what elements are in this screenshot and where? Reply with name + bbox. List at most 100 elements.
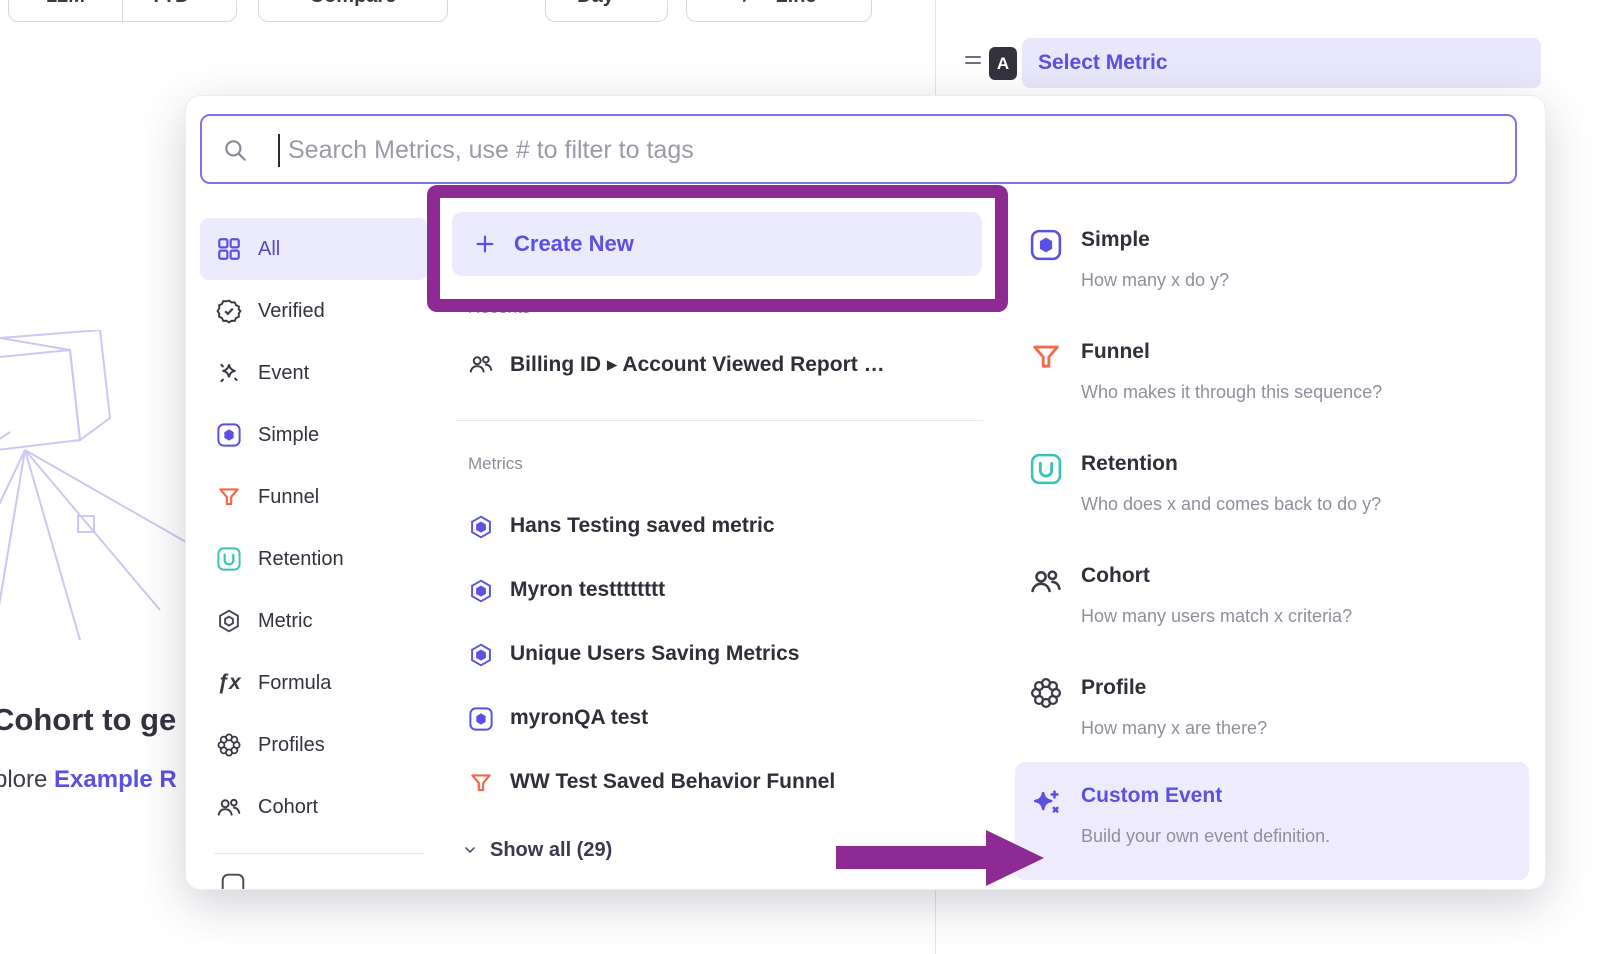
sidebar-item-verified[interactable]: Verified <box>200 280 428 342</box>
show-all-label: Show all (29) <box>490 839 612 862</box>
metric-type-subtitle: Who makes it through this sequence? <box>1081 382 1382 403</box>
sidebar-item-all[interactable]: All <box>200 218 428 280</box>
sidebar-item-funnel[interactable]: Funnel <box>200 466 428 528</box>
sidebar-item-label: Funnel <box>258 486 319 509</box>
saved-metric-icon <box>468 513 494 539</box>
plus-icon <box>474 233 496 255</box>
list-item-label: myronQA test <box>510 706 648 730</box>
list-item-label: Myron testttttttt <box>510 578 665 602</box>
metric-type-title: Cohort <box>1081 564 1150 588</box>
custom-event-icon <box>1029 786 1063 825</box>
list-item[interactable]: Myron testttttttt <box>456 558 986 622</box>
sidebar-item-label: Verified <box>258 300 325 323</box>
create-new-label: Create New <box>514 231 634 257</box>
metric-type-subtitle: How many x are there? <box>1081 718 1267 739</box>
metric-search <box>200 114 1517 184</box>
list-item[interactable]: Hans Testing saved metric <box>456 494 986 558</box>
metric-hexagon-icon <box>216 608 242 634</box>
cohort-people-icon <box>468 351 494 377</box>
cohort-people-icon <box>216 794 242 820</box>
metric-type-title: Funnel <box>1081 340 1150 364</box>
chevron-down-icon <box>462 842 478 858</box>
search-input[interactable] <box>286 116 1490 184</box>
metric-type-custom-event[interactable]: Custom Event Build your own event defini… <box>1015 762 1529 880</box>
sidebar-item-formula[interactable]: ƒx Formula <box>200 652 428 714</box>
sidebar-item-retention[interactable]: Retention <box>200 528 428 590</box>
line-chart-icon <box>741 0 765 8</box>
simple-metric-icon <box>216 422 242 448</box>
example-reports-link[interactable]: Example R <box>54 766 177 793</box>
date-range-group: 12M YTD <box>8 0 237 22</box>
sidebar-item-event[interactable]: Event <box>200 342 428 404</box>
metric-type-funnel[interactable]: Funnel Who makes it through this sequenc… <box>1015 338 1529 434</box>
sidebar-item-cohort[interactable]: Cohort <box>200 776 428 838</box>
cohort-people-icon <box>1029 564 1063 603</box>
list-item[interactable]: Unique Users Saving Metrics <box>456 622 986 686</box>
compare-button[interactable]: Compare <box>258 0 448 22</box>
list-item-label: Hans Testing saved metric <box>510 514 775 538</box>
metric-type-cohort[interactable]: Cohort How many users match x criteria? <box>1015 562 1529 658</box>
metric-type-subtitle: Who does x and comes back to do y? <box>1081 494 1381 515</box>
list-item[interactable]: WW Test Saved Behavior Funnel <box>456 750 986 814</box>
recent-item[interactable]: Billing ID ▸ Account Viewed Report … <box>468 342 885 386</box>
profiles-flower-icon <box>1029 676 1063 715</box>
chart-type-button[interactable]: Line <box>686 0 872 22</box>
drag-handle-icon[interactable] <box>963 52 983 73</box>
select-metric-field[interactable]: Select Metric <box>1022 38 1541 88</box>
metric-type-subtitle: How many x do y? <box>1081 270 1229 291</box>
grid-icon <box>216 236 242 262</box>
explore-fragment: xplore <box>0 766 54 793</box>
chart-type-label: Line <box>775 0 816 8</box>
metric-type-retention[interactable]: Retention Who does x and comes back to d… <box>1015 450 1529 546</box>
range-12m-label: 12M <box>46 0 85 8</box>
sidebar-item-partial[interactable] <box>220 872 246 889</box>
formula-icon: ƒx <box>216 671 242 695</box>
range-12m-button[interactable]: 12M <box>9 0 122 21</box>
profiles-flower-icon <box>216 732 242 758</box>
sidebar-item-label: Formula <box>258 672 331 695</box>
sidebar-item-label: All <box>258 238 280 261</box>
funnel-icon <box>468 769 494 795</box>
section-divider <box>456 420 983 421</box>
create-new-button[interactable]: Create New <box>452 212 982 276</box>
text-cursor <box>278 134 280 167</box>
range-ytd-label: YTD <box>150 0 190 8</box>
saved-metric-bordered-icon <box>468 705 494 731</box>
metric-type-title: Simple <box>1081 228 1150 252</box>
compare-label: Compare <box>310 0 397 8</box>
metric-filter-sidebar: All Verified Event Simple Funnel Retenti… <box>200 218 428 838</box>
funnel-icon <box>216 484 242 510</box>
metric-type-title: Retention <box>1081 452 1178 476</box>
retention-icon <box>216 546 242 572</box>
event-spark-icon <box>216 360 242 386</box>
list-item-label: Unique Users Saving Metrics <box>510 642 799 666</box>
verified-badge-icon <box>216 298 242 324</box>
sidebar-item-label: Retention <box>258 548 344 571</box>
recents-heading: Recents <box>468 298 530 318</box>
list-item[interactable]: myronQA test <box>456 686 986 750</box>
metric-type-simple[interactable]: Simple How many x do y? <box>1015 226 1529 322</box>
series-a-badge: A <box>989 47 1017 80</box>
sidebar-item-label: Metric <box>258 610 312 633</box>
interval-label: Day <box>577 0 614 8</box>
screen: 12M YTD Compare Day Line A Select Metric… <box>0 0 1616 954</box>
metric-type-title: Profile <box>1081 676 1146 700</box>
show-all-button[interactable]: Show all (29) <box>462 830 612 870</box>
list-item-label: WW Test Saved Behavior Funnel <box>510 770 835 794</box>
simple-metric-icon <box>1029 228 1063 267</box>
select-metric-modal: All Verified Event Simple Funnel Retenti… <box>186 96 1545 889</box>
sidebar-item-simple[interactable]: Simple <box>200 404 428 466</box>
metric-type-profile[interactable]: Profile How many x are there? <box>1015 674 1529 770</box>
sidebar-item-metric[interactable]: Metric <box>200 590 428 652</box>
saved-metrics-list: Hans Testing saved metric Myron testtttt… <box>456 494 986 814</box>
interval-dropdown[interactable]: Day <box>545 0 668 22</box>
sidebar-item-profiles[interactable]: Profiles <box>200 714 428 776</box>
sidebar-divider <box>214 853 424 854</box>
range-ytd-button[interactable]: YTD <box>122 0 236 21</box>
saved-metric-icon <box>468 641 494 667</box>
decorative-wireframe <box>0 330 210 660</box>
background-explore-text: xplore Example R <box>0 766 177 794</box>
recent-item-label: Billing ID ▸ Account Viewed Report … <box>510 352 885 377</box>
metric-type-subtitle: Build your own event definition. <box>1081 826 1330 847</box>
sidebar-item-label: Event <box>258 362 309 385</box>
